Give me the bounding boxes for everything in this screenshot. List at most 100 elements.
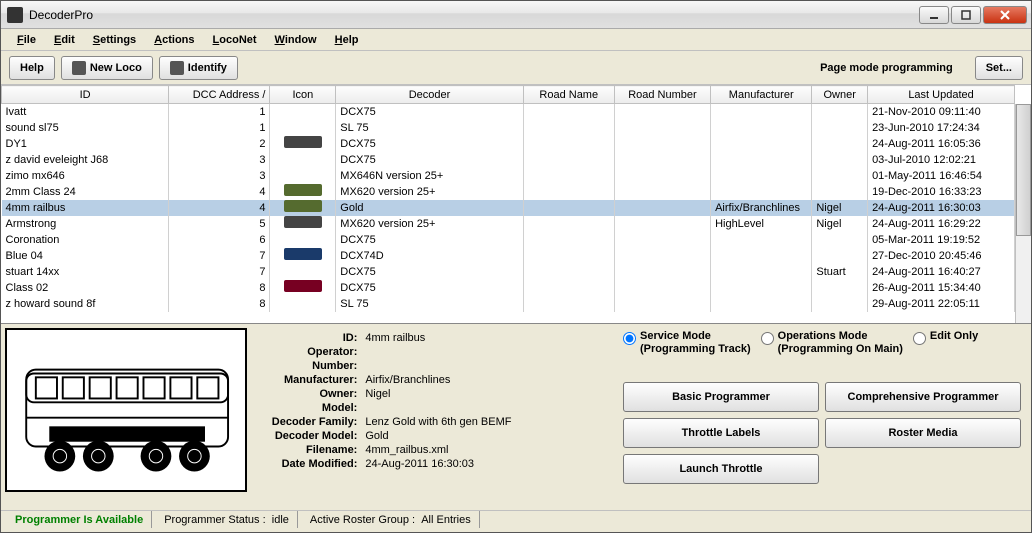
menu-help[interactable]: Help	[327, 31, 367, 49]
cell-updated: 23-Jun-2010 17:24:34	[868, 120, 1015, 136]
col-header-manufacturer[interactable]: Manufacturer	[711, 86, 812, 104]
col-header-id[interactable]: ID	[2, 86, 169, 104]
cell-mfr	[711, 136, 812, 152]
cell-owner	[812, 296, 868, 312]
table-row[interactable]: Blue 047DCX74D27-Dec-2010 20:45:46	[2, 248, 1015, 264]
cell-roadname	[523, 216, 614, 232]
loco-thumb-icon	[284, 216, 322, 228]
new-loco-button[interactable]: New Loco	[61, 56, 153, 80]
table-scrollbar[interactable]	[1015, 104, 1031, 323]
col-header-updated[interactable]: Last Updated	[868, 86, 1015, 104]
cell-id: Armstrong	[2, 216, 169, 232]
cell-updated: 27-Dec-2010 20:45:46	[868, 248, 1015, 264]
identify-button[interactable]: Identify	[159, 56, 238, 80]
cell-decoder: DCX74D	[336, 248, 523, 264]
table-row[interactable]: z david eveleight J683DCX7503-Jul-2010 1…	[2, 152, 1015, 168]
cell-owner: Stuart	[812, 264, 868, 280]
cell-id: sound sl75	[2, 120, 169, 136]
table-row[interactable]: Armstrong5MX620 version 25+HighLevelNige…	[2, 216, 1015, 232]
table-row[interactable]: Coronation6DCX7505-Mar-2011 19:19:52	[2, 232, 1015, 248]
col-header-roadnumber[interactable]: Road Number	[614, 86, 710, 104]
col-header-decoder[interactable]: Decoder	[336, 86, 523, 104]
cell-mfr	[711, 184, 812, 200]
cell-roadnumber	[614, 200, 710, 216]
table-row[interactable]: Class 028DCX7526-Aug-2011 15:34:40	[2, 280, 1015, 296]
table-row[interactable]: 4mm railbus4GoldAirfix/BranchlinesNigel2…	[2, 200, 1015, 216]
col-header-dcc[interactable]: DCC Address /	[169, 86, 270, 104]
radio-ops-mode[interactable]: Operations Mode(Programming On Main)	[761, 330, 903, 356]
cell-updated: 21-Nov-2010 09:11:40	[868, 104, 1015, 120]
cell-id: DY1	[2, 136, 169, 152]
cell-roadnumber	[614, 216, 710, 232]
cell-decoder: SL 75	[336, 120, 523, 136]
cell-roadname	[523, 120, 614, 136]
comprehensive-programmer-button[interactable]: Comprehensive Programmer	[825, 382, 1021, 412]
cell-decoder: MX620 version 25+	[336, 216, 523, 232]
programming-mode-label: Page mode programming	[820, 62, 953, 74]
radio-edit-only[interactable]: Edit Only	[913, 330, 978, 345]
cell-roadname	[523, 136, 614, 152]
col-header-roadname[interactable]: Road Name	[523, 86, 614, 104]
menu-edit[interactable]: Edit	[46, 31, 83, 49]
table-row[interactable]: stuart 14xx7DCX75Stuart24-Aug-2011 16:40…	[2, 264, 1015, 280]
set-button[interactable]: Set...	[975, 56, 1023, 80]
col-header-icon[interactable]: Icon	[270, 86, 336, 104]
col-header-owner[interactable]: Owner	[812, 86, 868, 104]
cell-mfr	[711, 232, 812, 248]
radio-service-input[interactable]	[623, 332, 636, 345]
cell-roadname	[523, 184, 614, 200]
cell-owner	[812, 120, 868, 136]
cell-owner	[812, 136, 868, 152]
roster-media-button[interactable]: Roster Media	[825, 418, 1021, 448]
maximize-button[interactable]	[951, 6, 981, 24]
loco-thumb-icon	[284, 280, 322, 292]
cell-roadname	[523, 280, 614, 296]
throttle-labels-button[interactable]: Throttle Labels	[623, 418, 819, 448]
loco-icon	[72, 61, 86, 75]
cell-dcc: 3	[169, 152, 270, 168]
cell-roadnumber	[614, 296, 710, 312]
radio-edit-input[interactable]	[913, 332, 926, 345]
basic-programmer-button[interactable]: Basic Programmer	[623, 382, 819, 412]
table-row[interactable]: DY12DCX7524-Aug-2011 16:05:36	[2, 136, 1015, 152]
status-roster-group: Active Roster Group : All Entries	[302, 511, 480, 528]
cell-owner	[812, 280, 868, 296]
statusbar: Programmer Is Available Programmer Statu…	[1, 510, 1031, 528]
detail-mfr-label: Manufacturer:	[255, 374, 365, 386]
cell-owner	[812, 248, 868, 264]
menu-actions[interactable]: Actions	[146, 31, 202, 49]
table-row[interactable]: sound sl751SL 7523-Jun-2010 17:24:34	[2, 120, 1015, 136]
menu-file[interactable]: File	[9, 31, 44, 49]
detail-filename-value: 4mm_railbus.xml	[365, 444, 609, 456]
railbus-illustration	[7, 330, 245, 490]
cell-icon	[270, 264, 336, 280]
cell-owner	[812, 104, 868, 120]
radio-service-mode[interactable]: Service Mode(Programming Track)	[623, 330, 751, 356]
cell-updated: 24-Aug-2011 16:29:22	[868, 216, 1015, 232]
cell-updated: 05-Mar-2011 19:19:52	[868, 232, 1015, 248]
radio-ops-input[interactable]	[761, 332, 774, 345]
cell-mfr: HighLevel	[711, 216, 812, 232]
minimize-button[interactable]	[919, 6, 949, 24]
close-button[interactable]	[983, 6, 1027, 24]
detail-family-value: Lenz Gold with 6th gen BEMF	[365, 416, 609, 428]
menu-settings[interactable]: Settings	[85, 31, 144, 49]
menu-window[interactable]: Window	[267, 31, 325, 49]
launch-throttle-button[interactable]: Launch Throttle	[623, 454, 819, 484]
cell-icon	[270, 216, 336, 232]
table-row[interactable]: z howard sound 8f8SL 7529-Aug-2011 22:05…	[2, 296, 1015, 312]
window-title: DecoderPro	[29, 8, 919, 22]
cell-mfr	[711, 248, 812, 264]
roster-table[interactable]: ID DCC Address / Icon Decoder Road Name …	[1, 85, 1015, 312]
menu-loconet[interactable]: LocoNet	[205, 31, 265, 49]
table-row[interactable]: 2mm Class 244MX620 version 25+19-Dec-201…	[2, 184, 1015, 200]
cell-updated: 29-Aug-2011 22:05:11	[868, 296, 1015, 312]
table-row[interactable]: zimo mx6463MX646N version 25+01-May-2011…	[2, 168, 1015, 184]
loco-image	[5, 328, 247, 492]
loco-thumb-icon	[284, 136, 322, 148]
cell-decoder: Gold	[336, 200, 523, 216]
table-row[interactable]: Ivatt1DCX7521-Nov-2010 09:11:40	[2, 104, 1015, 120]
cell-roadnumber	[614, 248, 710, 264]
cell-icon	[270, 168, 336, 184]
help-button[interactable]: Help	[9, 56, 55, 80]
